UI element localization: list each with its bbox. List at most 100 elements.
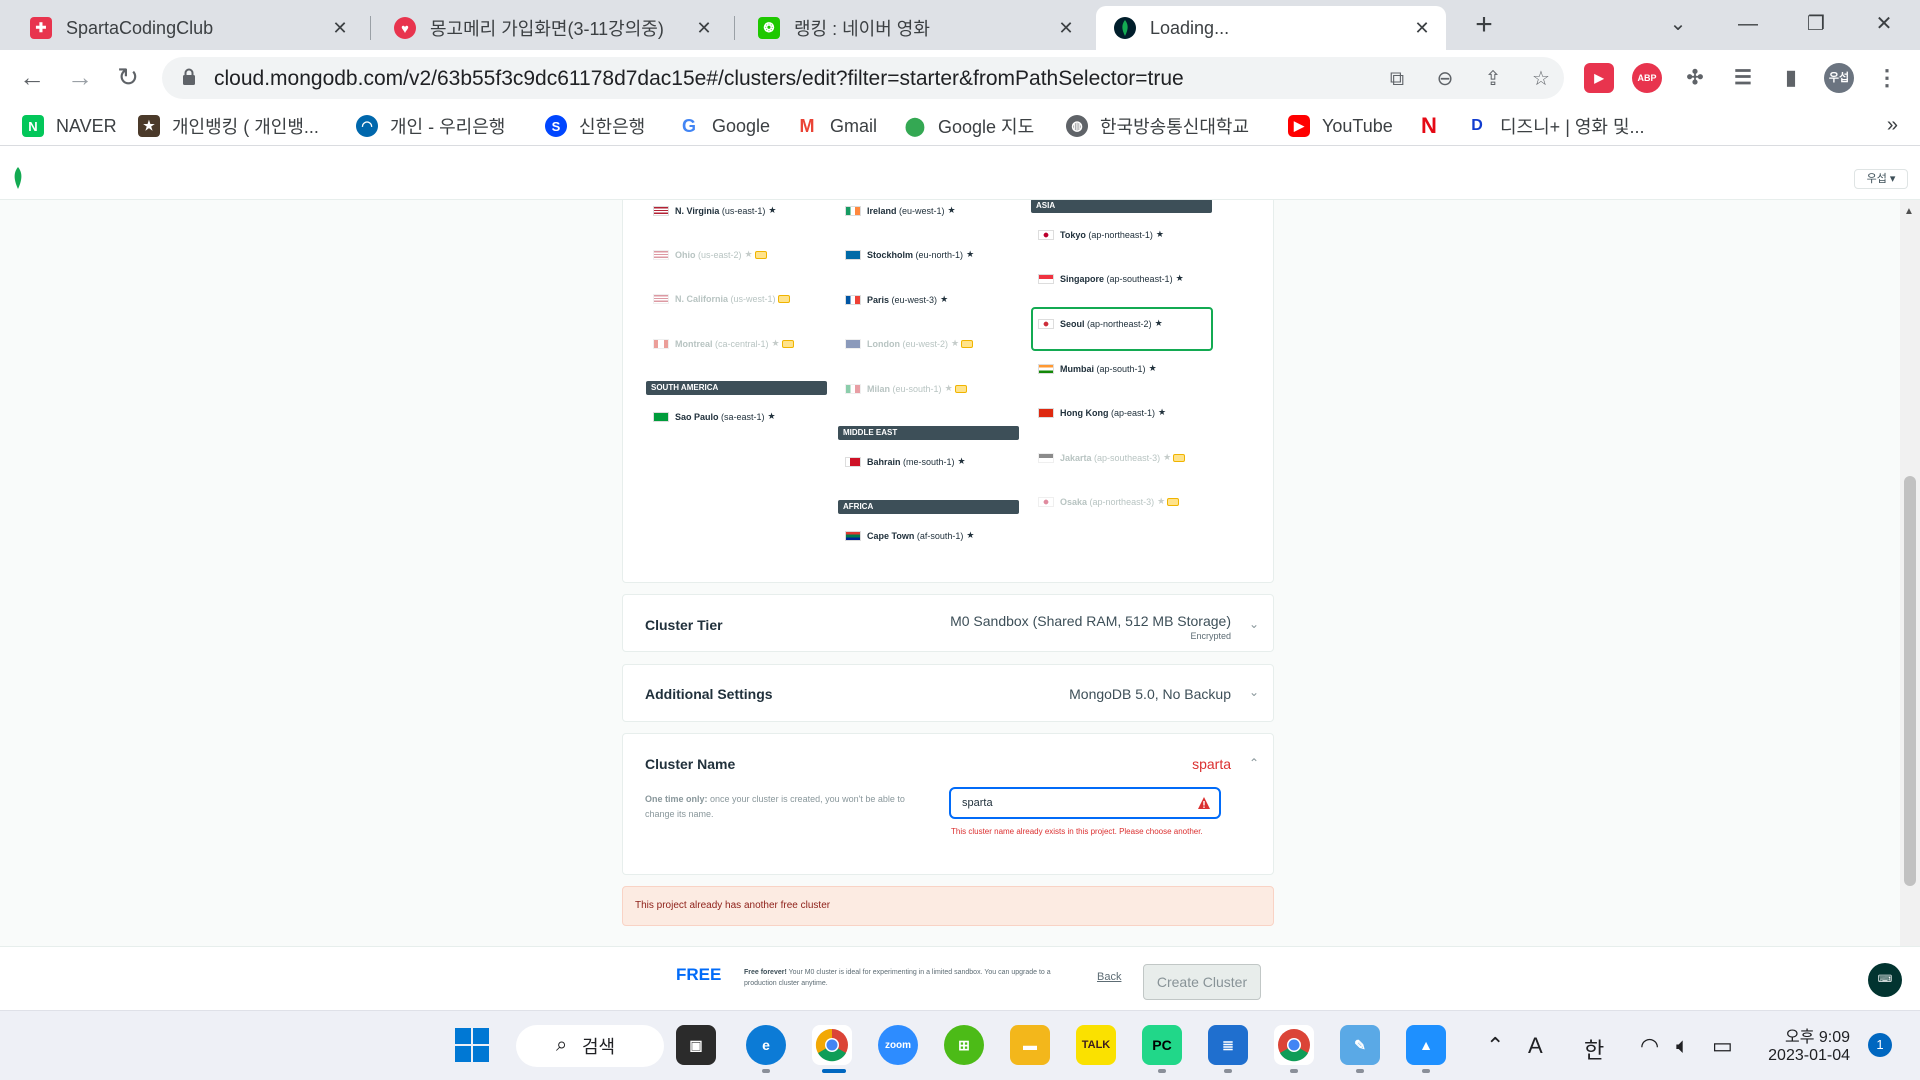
extensions-puzzle-icon[interactable]: ✣ [1680, 63, 1710, 93]
chevron-up-icon[interactable]: ⌃ [1249, 756, 1259, 770]
tab-notion-page[interactable]: ♥ 몽고메리 가입화면(3-11강의중) ✕ [376, 6, 728, 50]
region-code: (ap-northeast-1) [1088, 229, 1153, 240]
tab-naver-movie[interactable]: ❂ 랭킹 : 네이버 영화 ✕ [740, 6, 1090, 50]
bookmark-google-maps[interactable]: ⬤ Google 지도 [904, 114, 1034, 138]
cluster-name-input[interactable]: sparta [949, 787, 1221, 819]
volume-icon[interactable]: 🔈︎ [1676, 1033, 1689, 1059]
hong-kong-flag-icon [1038, 407, 1054, 418]
task-view-icon[interactable]: ▣ [676, 1025, 716, 1065]
bookmark-youtube[interactable]: ▶ YouTube [1288, 114, 1393, 138]
clock-date[interactable]: 2023-01-04 [1760, 1047, 1850, 1065]
tab-spartacodingclub[interactable]: ✚ SpartaCodingClub ✕ [12, 6, 364, 50]
scroll-up-arrow-icon[interactable]: ▲ [1904, 206, 1914, 217]
mongodb-leaf-icon[interactable] [12, 167, 24, 189]
close-tab-icon[interactable]: ✕ [1054, 18, 1078, 39]
tab-mongodb-active[interactable]: Loading... ✕ [1096, 6, 1446, 50]
bookmark-shinhan-bank[interactable]: S 신한은행 [545, 114, 645, 138]
notepad-icon[interactable]: ≣ [1208, 1025, 1248, 1065]
chevron-down-icon[interactable]: ⌄ [1249, 617, 1259, 631]
region-n-virginia[interactable]: N. Virginia (us-east-1) ★ [653, 205, 776, 216]
bookmark-gmail[interactable]: M Gmail [796, 114, 878, 138]
cluster-name-value: sparta [1192, 756, 1231, 772]
bookmark-personal-banking[interactable]: ★ 개인뱅킹 ( 개인뱅... [138, 114, 319, 138]
windows-start-icon[interactable] [452, 1025, 492, 1065]
side-panel-icon[interactable]: ▮ [1776, 63, 1806, 93]
region-hong-kong[interactable]: Hong Kong (ap-east-1) ★ [1038, 407, 1166, 418]
share-icon[interactable]: ⇪ [1480, 66, 1506, 92]
region-mumbai[interactable]: Mumbai (ap-south-1) ★ [1038, 363, 1157, 374]
bookmark-knou[interactable]: ◍ 한국방송통신대학교 [1066, 114, 1249, 138]
tab-search-icon[interactable]: ⌄ [1660, 6, 1696, 42]
adblock-plus-icon[interactable]: ABP [1632, 63, 1662, 93]
pycharm-icon[interactable]: PC [1142, 1025, 1182, 1065]
recommended-star-icon: ★ [947, 205, 956, 215]
bookmark-netflix[interactable]: N [1418, 113, 1452, 138]
region-seoul-selected[interactable]: Seoul (ap-northeast-2) ★ [1038, 318, 1163, 329]
reload-icon[interactable]: ↻ [112, 62, 144, 94]
app-green-icon[interactable]: ⊞ [944, 1025, 984, 1065]
region-paris[interactable]: Paris (eu-west-3) ★ [845, 294, 948, 305]
translate-icon[interactable]: ⧉ [1384, 66, 1410, 92]
running-indicator [1290, 1069, 1298, 1073]
edge-browser-icon[interactable]: e [746, 1025, 786, 1065]
region-bahrain[interactable]: Bahrain (me-south-1) ★ [845, 456, 966, 467]
region-tokyo[interactable]: Tokyo (ap-northeast-1) ★ [1038, 229, 1164, 240]
page-scrollbar[interactable]: ▲ [1900, 200, 1920, 946]
extension-record-icon[interactable]: ▶ [1584, 63, 1614, 93]
close-tab-icon[interactable]: ✕ [1410, 18, 1434, 39]
additional-settings-value: MongoDB 5.0, No Backup [1069, 686, 1231, 702]
bookmark-google[interactable]: G Google [678, 114, 770, 138]
zoom-icon[interactable]: ⊖ [1432, 66, 1458, 92]
minimize-button[interactable]: — [1730, 6, 1766, 42]
new-tab-button[interactable]: + [1466, 8, 1502, 44]
ime-korean-indicator[interactable]: 한 [1584, 1033, 1604, 1065]
close-window-button[interactable]: ✕ [1866, 6, 1902, 42]
user-menu-dropdown[interactable]: 우섭 ▾ [1854, 169, 1908, 189]
region-name: Paris [867, 294, 890, 305]
bookmark-star-icon[interactable]: ☆ [1528, 66, 1554, 92]
bookmark-naver[interactable]: N NAVER [22, 114, 117, 138]
taskbar-search[interactable]: ⌕ 검색 [516, 1025, 664, 1067]
address-bar[interactable]: cloud.mongodb.com/v2/63b55f3c9dc61178d7d… [162, 57, 1564, 99]
scrollbar-thumb[interactable] [1904, 476, 1916, 886]
bookmark-disney-plus[interactable]: D 디즈니+ | 영화 및... [1466, 114, 1644, 138]
battery-icon[interactable]: ▭ [1712, 1033, 1733, 1059]
region-sao-paulo[interactable]: Sao Paulo (sa-east-1) ★ [653, 411, 776, 422]
region-singapore[interactable]: Singapore (ap-southeast-1) ★ [1038, 273, 1184, 284]
media-playlist-icon[interactable]: ☰ [1728, 63, 1758, 93]
cluster-tier-section[interactable]: Cluster Tier M0 Sandbox (Shared RAM, 512… [622, 594, 1274, 652]
close-tab-icon[interactable]: ✕ [328, 18, 352, 39]
chrome-menu-icon[interactable]: ⋮ [1872, 63, 1902, 93]
tray-overflow-chevron-icon[interactable]: ⌃ [1486, 1033, 1504, 1059]
recommended-star-icon: ★ [768, 205, 777, 215]
create-cluster-button[interactable]: Create Cluster [1143, 964, 1261, 1000]
paint-icon[interactable]: ✎ [1340, 1025, 1380, 1065]
recommended-star-icon: ★ [966, 530, 975, 540]
additional-settings-section[interactable]: Additional Settings MongoDB 5.0, No Back… [622, 664, 1274, 722]
region-cape-town[interactable]: Cape Town (af-south-1) ★ [845, 530, 974, 541]
wifi-icon[interactable]: ◠ [1640, 1033, 1659, 1059]
region-name: Milan [867, 383, 891, 394]
singapore-flag-icon [1038, 273, 1054, 284]
close-tab-icon[interactable]: ✕ [692, 18, 716, 39]
clock-time[interactable]: 오후 9:09 [1780, 1023, 1850, 1047]
chevron-down-icon[interactable]: ⌄ [1249, 685, 1259, 699]
restore-button[interactable]: ❐ [1798, 6, 1834, 42]
bookmark-woori-bank[interactable]: ◠ 개인 - 우리은행 [356, 114, 505, 138]
back-link[interactable]: Back [1097, 971, 1121, 983]
chrome-second-icon[interactable] [1274, 1025, 1314, 1065]
back-arrow-icon[interactable]: ← [16, 62, 48, 94]
region-ireland[interactable]: Ireland (eu-west-1) ★ [845, 205, 956, 216]
forward-arrow-icon[interactable]: → [64, 62, 96, 94]
more-bookmarks-chevron-icon[interactable]: » [1887, 114, 1898, 137]
kakaotalk-icon[interactable]: TALK [1076, 1025, 1116, 1065]
region-stockholm[interactable]: Stockholm (eu-north-1) ★ [845, 249, 974, 260]
support-chat-icon[interactable]: ⌨ [1868, 963, 1902, 997]
zoom-app-icon[interactable]: zoom [878, 1025, 918, 1065]
chrome-icon[interactable] [812, 1025, 852, 1065]
file-explorer-icon[interactable]: ▬ [1010, 1025, 1050, 1065]
notification-badge[interactable]: 1 [1868, 1033, 1892, 1057]
profile-avatar[interactable]: 우섭 [1824, 63, 1854, 93]
photos-icon[interactable]: ▲ [1406, 1025, 1446, 1065]
ime-mode-indicator[interactable]: A [1528, 1033, 1543, 1059]
